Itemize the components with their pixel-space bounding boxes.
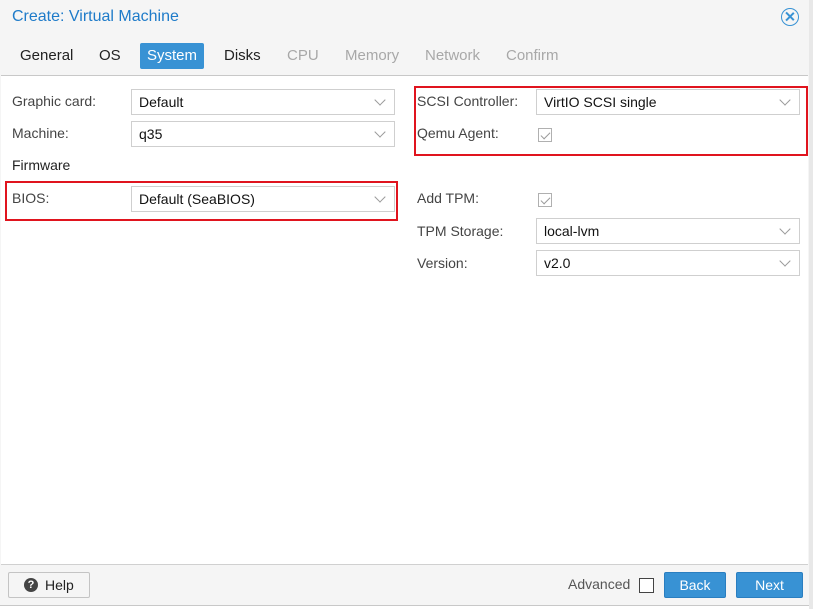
add-tpm-checkbox[interactable]: [538, 193, 552, 207]
version-value: v2.0: [544, 255, 571, 271]
machine-value: q35: [139, 126, 163, 142]
machine-select[interactable]: q35: [131, 121, 395, 147]
advanced-label: Advanced: [568, 576, 631, 592]
dialog-footer: ? Help Advanced Back Next: [0, 566, 809, 604]
help-label: Help: [45, 577, 74, 593]
create-vm-dialog: Create: Virtual Machine General OS Syste…: [0, 0, 810, 606]
tpm-storage-value: local-lvm: [544, 223, 600, 239]
tpm-storage-select[interactable]: local-lvm: [536, 218, 800, 244]
scsi-highlight-box: [414, 86, 808, 156]
version-select[interactable]: v2.0: [536, 250, 800, 276]
chevron-down-icon[interactable]: [779, 223, 791, 235]
tab-cpu: CPU: [287, 47, 319, 64]
tpm-storage-label: TPM Storage:: [417, 223, 504, 239]
dialog-title: Create: Virtual Machine: [12, 8, 179, 25]
chevron-down-icon[interactable]: [374, 94, 386, 106]
tab-system[interactable]: System: [140, 43, 205, 69]
background-strip: [809, 0, 813, 609]
graphic-card-label: Graphic card:: [12, 93, 97, 109]
wizard-tabs: General OS System Disks CPU Memory Netwo…: [0, 40, 809, 70]
close-icon[interactable]: [781, 8, 799, 26]
help-icon: ?: [24, 578, 38, 592]
graphic-card-select[interactable]: Default: [131, 89, 395, 115]
version-label: Version:: [417, 255, 468, 271]
bios-highlight-box: [5, 181, 398, 221]
chevron-down-icon[interactable]: [374, 126, 386, 138]
add-tpm-label: Add TPM:: [417, 190, 479, 206]
tab-memory: Memory: [345, 47, 400, 64]
firmware-header: Firmware: [12, 157, 71, 173]
back-button[interactable]: Back: [664, 572, 726, 598]
dialog-titlebar: Create: Virtual Machine: [0, 0, 809, 36]
next-button[interactable]: Next: [736, 572, 803, 598]
tab-confirm: Confirm: [506, 47, 559, 64]
machine-label: Machine:: [12, 125, 69, 141]
tab-network: Network: [425, 47, 481, 64]
advanced-checkbox[interactable]: [639, 578, 654, 593]
tab-general[interactable]: General: [13, 43, 80, 69]
tab-disks[interactable]: Disks: [217, 43, 268, 69]
tab-os[interactable]: OS: [92, 43, 128, 69]
graphic-card-value: Default: [139, 94, 184, 110]
chevron-down-icon[interactable]: [779, 255, 791, 267]
help-button[interactable]: ? Help: [8, 572, 90, 598]
